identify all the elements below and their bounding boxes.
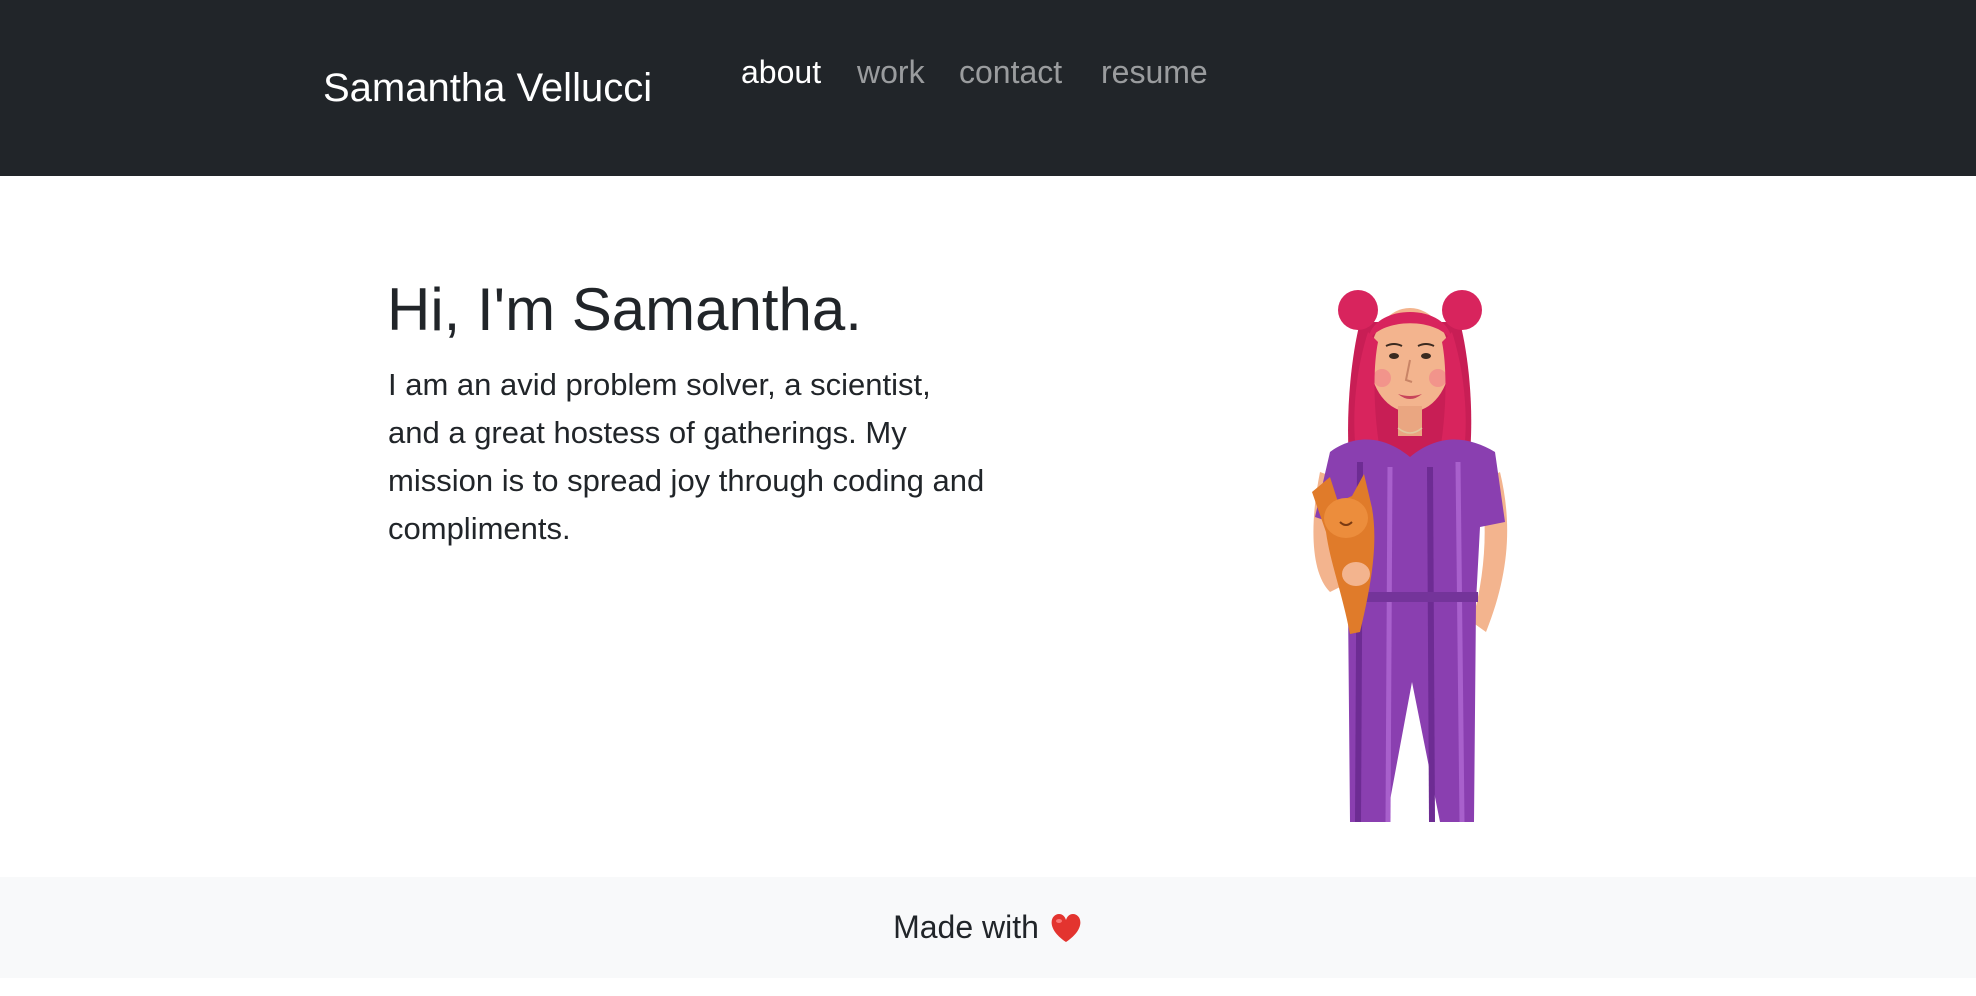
hero-title: Hi, I'm Samantha. (387, 276, 862, 343)
hero-description: I am an avid problem solver, a scientist… (388, 367, 985, 546)
nav-link-contact[interactable]: contact (959, 52, 1062, 92)
brand-link[interactable]: Samantha Vellucci (323, 64, 652, 112)
footer-content: Made with (0, 877, 1976, 978)
footer: Made with (0, 877, 1976, 978)
heart-icon (1051, 913, 1081, 942)
nav-link-resume[interactable]: resume (1101, 52, 1208, 92)
nav-link-about[interactable]: about (741, 52, 821, 92)
footer-text: Made with (893, 909, 1039, 945)
portrait-illustration (1312, 290, 1508, 823)
navbar: Samantha Vellucci about work contact res… (0, 0, 1976, 176)
nav-link-work[interactable]: work (857, 52, 925, 92)
